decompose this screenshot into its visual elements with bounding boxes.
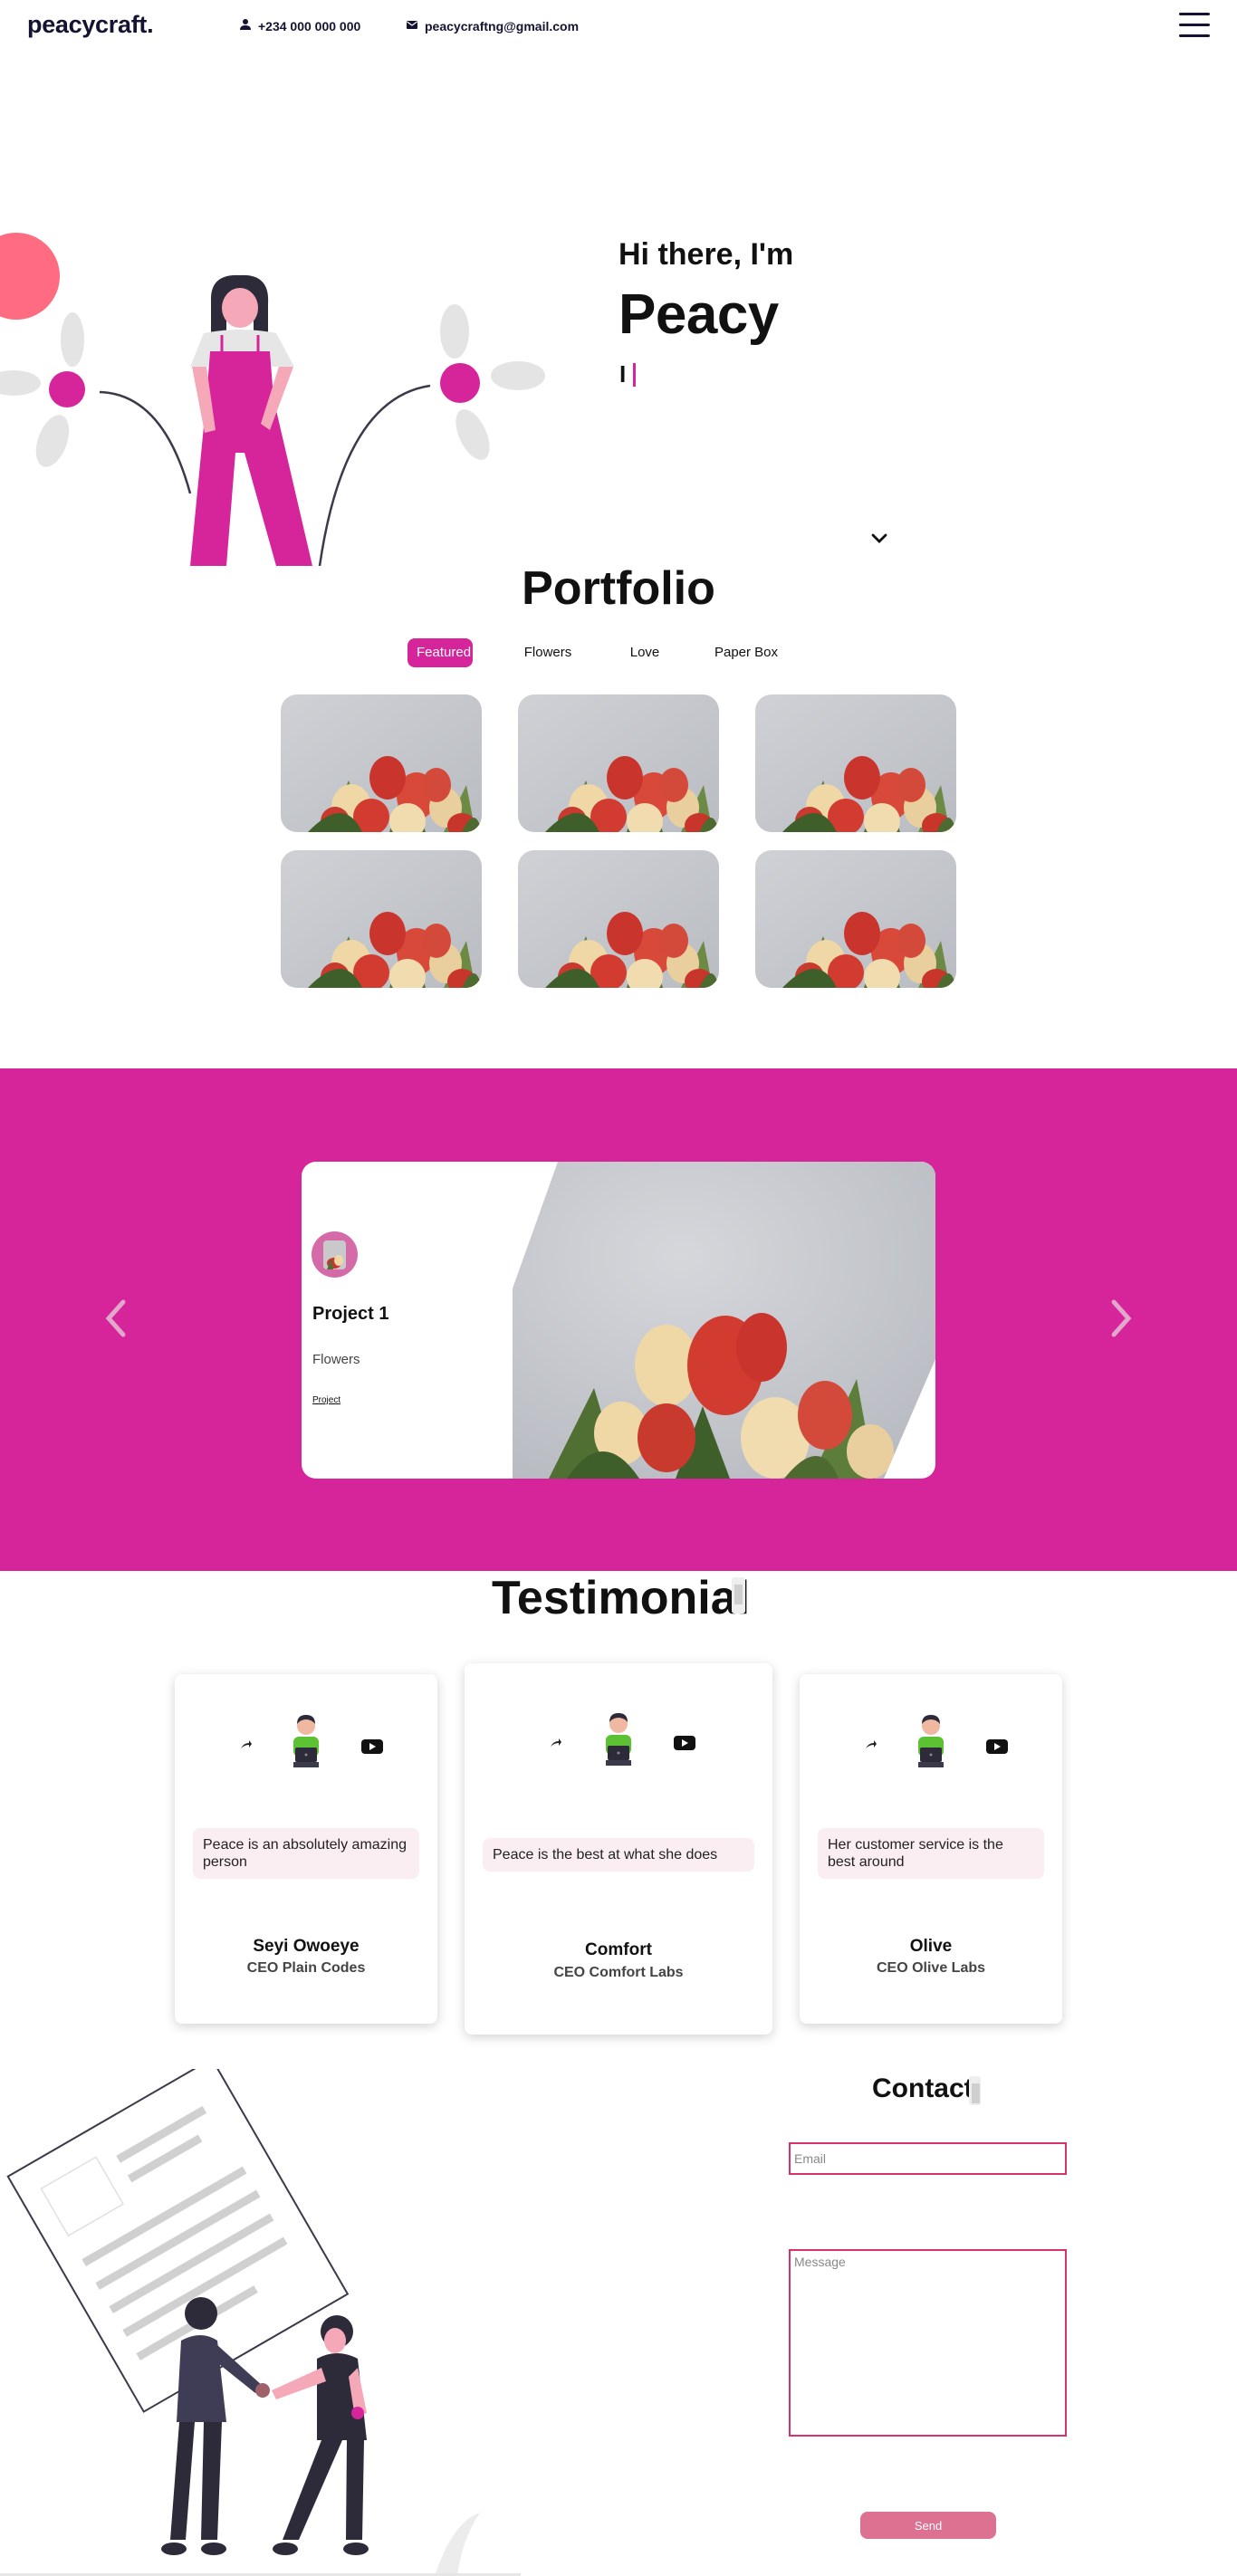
testimonial-role: CEO Plain Codes: [246, 1960, 366, 1976]
testimonial-name: Olive: [909, 1937, 953, 1956]
portfolio-item[interactable]: [755, 694, 956, 832]
avatar: [606, 1713, 631, 1766]
nav-phone[interactable]: +234 000 000 000: [239, 18, 360, 34]
email-field[interactable]: [789, 2142, 1067, 2175]
testimonial-card: Peace is an absolutely amazing person Se…: [175, 1674, 437, 2024]
portfolio-title: Portfolio: [522, 562, 715, 615]
portfolio-item[interactable]: [281, 850, 482, 988]
project-category: Flowers: [312, 1352, 360, 1367]
chevron-left-icon[interactable]: [101, 1297, 132, 1340]
person-icon: [239, 18, 252, 34]
top-nav: peacycraft. +234 000 000 000 peacycraftn…: [0, 0, 1237, 54]
nav-email[interactable]: peacycraftng@gmail.com: [406, 18, 579, 34]
contact-title: Contact: [872, 2073, 973, 2103]
typing-caret: [633, 362, 637, 387]
phone-number: +234 000 000 000: [258, 18, 361, 34]
hero-name: Peacy: [618, 283, 779, 346]
youtube-icon: [986, 1739, 1008, 1754]
portfolio-item[interactable]: [281, 694, 482, 832]
filter-paper-box[interactable]: Paper Box: [712, 638, 781, 667]
email-address: peacycraftng@gmail.com: [425, 18, 580, 34]
share-icon: [551, 1738, 561, 1747]
brand-logo[interactable]: peacycraft.: [27, 11, 154, 39]
share-icon: [241, 1740, 252, 1748]
project-link[interactable]: Project: [312, 1395, 340, 1405]
testimonial-card: Her customer service is the best around …: [800, 1674, 1062, 2024]
portfolio-filters: Featured Flowers Love Paper Box: [0, 638, 1237, 667]
portfolio-item[interactable]: [518, 694, 719, 832]
share-icon: [866, 1740, 877, 1748]
send-button[interactable]: Send: [860, 2512, 996, 2539]
testimonial-quote: Peace is the best at what she does: [483, 1838, 754, 1872]
testimonial-name: Seyi Owoeye: [253, 1937, 360, 1956]
message-field[interactable]: [789, 2249, 1067, 2437]
hero-illustration: [0, 217, 552, 567]
chevron-down-icon[interactable]: [869, 530, 889, 548]
filter-flowers[interactable]: Flowers: [516, 638, 580, 667]
chevron-right-icon[interactable]: [1105, 1297, 1136, 1340]
testimonial-title: Testimonial: [492, 1572, 751, 1624]
mail-icon: [406, 18, 418, 34]
scroll-widget-icon[interactable]: [732, 1577, 745, 1614]
menu-hamburger-icon[interactable]: [1179, 12, 1210, 37]
coral-circle: [0, 233, 60, 320]
avatar: [918, 1715, 944, 1767]
testimonial-role: CEO Olive Labs: [876, 1960, 986, 1976]
portfolio-item[interactable]: [755, 850, 956, 988]
hero-greeting: Hi there, I'm: [618, 237, 794, 272]
project-title: Project 1: [312, 1304, 389, 1324]
scroll-widget-icon[interactable]: [969, 2076, 981, 2105]
testimonial-name: Comfort: [585, 1940, 652, 1959]
testimonial-role: CEO Comfort Labs: [553, 1965, 684, 1980]
youtube-icon: [674, 1736, 695, 1750]
contact-illustration: [0, 2057, 525, 2576]
hero-typing-text: I: [619, 360, 637, 388]
avatar: [293, 1715, 319, 1767]
testimonial-quote: Her customer service is the best around: [818, 1828, 1044, 1879]
testimonial-quote: Peace is an absolutely amazing person: [193, 1828, 419, 1879]
typing-text: I: [619, 360, 627, 388]
project-avatar: [312, 1231, 358, 1278]
filter-featured[interactable]: Featured: [408, 638, 473, 667]
project-image: [513, 1162, 935, 1479]
filter-love[interactable]: Love: [623, 638, 666, 667]
portfolio-item[interactable]: [518, 850, 719, 988]
testimonial-card: Peace is the best at what she does Comfo…: [465, 1663, 772, 2035]
youtube-icon: [361, 1739, 383, 1754]
project-card[interactable]: Project 1 Flowers Project: [302, 1162, 935, 1479]
